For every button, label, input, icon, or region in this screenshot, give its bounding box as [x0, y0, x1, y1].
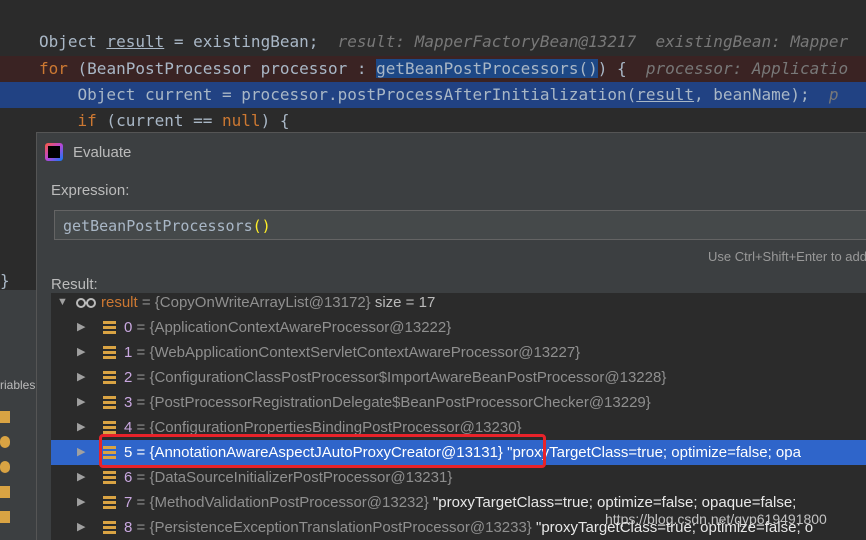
item-extra: "proxyTargetClass=true; optimize=false; …	[502, 444, 801, 461]
item-value: = {ApplicationContextAwareProcessor@1322…	[132, 319, 452, 336]
field-icon	[0, 486, 10, 498]
item-value: = {DataSourceInitializerPostProcessor@13…	[132, 469, 453, 486]
field-icon	[103, 396, 116, 409]
watermark: https://blog.csdn.net/qyp619491800	[605, 511, 827, 527]
item-value: = {PersistenceExceptionTranslationPostPr…	[132, 519, 532, 536]
item-value: = {AnnotationAwareAspectJAutoProxyCreato…	[132, 444, 503, 461]
tree-item-row[interactable]: ▶ 2 = {ConfigurationClassPostProcessor$Im…	[51, 365, 866, 390]
item-value: = {ConfigurationClassPostProcessor$Impor…	[132, 369, 667, 386]
tree-item-row[interactable]: ▶ 5 = {AnnotationAwareAspectJAutoProxyCre…	[51, 440, 866, 465]
tree-item-row[interactable]: ▶ 6 = {DataSourceInitializerPostProcessor…	[51, 465, 866, 490]
code-line-1[interactable]: Object result = existingBean; result: Ma…	[0, 29, 866, 55]
field-icon	[103, 346, 116, 359]
field-icon	[103, 421, 116, 434]
intellij-logo-icon	[45, 143, 63, 161]
shortcut-hint: Use Ctrl+Shift+Enter to add	[708, 249, 866, 264]
item-extra: "proxyTargetClass=true; optimize=false; …	[428, 494, 797, 511]
expand-arrow-icon[interactable]: ▶	[77, 315, 89, 340]
code-line-4[interactable]: if (current == null) {	[0, 108, 866, 134]
item-value: = {ConfigurationPropertiesBindingPostPro…	[132, 419, 522, 436]
field-icon	[0, 411, 10, 423]
field-icon	[103, 471, 116, 484]
item-value: = {MethodValidationPostProcessor@13232}	[132, 494, 429, 511]
expand-arrow-icon[interactable]: ▶	[77, 415, 89, 440]
expand-arrow-icon[interactable]: ▶	[77, 340, 89, 365]
code-line-3[interactable]: Object current = processor.postProcessAf…	[0, 82, 866, 108]
closing-brace: }	[0, 271, 10, 290]
watch-glasses-icon	[76, 298, 96, 308]
result-value: = {CopyOnWriteArrayList@13172}	[137, 294, 371, 311]
field-icon	[103, 521, 116, 534]
expand-arrow-icon[interactable]: ▶	[77, 490, 89, 515]
code-line-2[interactable]: for (BeanPostProcessor processor : getBe…	[0, 56, 866, 82]
variables-tab-label[interactable]: riables	[0, 378, 35, 392]
object-icon	[0, 436, 10, 448]
field-icon	[103, 371, 116, 384]
field-icon	[103, 321, 116, 334]
expand-arrow-icon[interactable]: ▶	[77, 515, 89, 540]
expression-input[interactable]: getBeanPostProcessors()	[54, 210, 866, 240]
expression-label: Expression:	[51, 182, 130, 199]
field-icon	[103, 496, 116, 509]
item-value: = {WebApplicationContextServletContextAw…	[132, 344, 581, 361]
field-icon	[0, 511, 10, 523]
result-name: result	[101, 294, 138, 311]
expand-arrow-icon[interactable]: ▶	[77, 390, 89, 415]
evaluate-dialog[interactable]: Evaluate Expression: getBeanPostProcesso…	[36, 132, 866, 540]
expand-arrow-icon[interactable]: ▶	[77, 440, 89, 465]
dialog-title: Evaluate	[73, 144, 132, 161]
result-tree[interactable]: ▼ result = {CopyOnWriteArrayList@13172} …	[51, 293, 866, 540]
dialog-title-bar[interactable]: Evaluate	[37, 133, 866, 171]
tree-item-row[interactable]: ▶ 1 = {WebApplicationContextServletContex…	[51, 340, 866, 365]
tree-root-row[interactable]: ▼ result = {CopyOnWriteArrayList@13172} …	[51, 290, 866, 315]
tree-item-row[interactable]: ▶ 0 = {ApplicationContextAwareProcessor@1…	[51, 315, 866, 340]
tree-item-row[interactable]: ▶ 3 = {PostProcessorRegistrationDelegate$…	[51, 390, 866, 415]
tree-item-row[interactable]: ▶ 4 = {ConfigurationPropertiesBindingPost…	[51, 415, 866, 440]
field-icon	[103, 446, 116, 459]
collapse-arrow-icon[interactable]: ▼	[57, 290, 69, 315]
item-value: = {PostProcessorRegistrationDelegate$Bea…	[132, 394, 651, 411]
expand-arrow-icon[interactable]: ▶	[77, 365, 89, 390]
code-editor[interactable]: Object result = existingBean; result: Ma…	[0, 0, 866, 140]
result-size: size = 17	[370, 294, 436, 311]
expand-arrow-icon[interactable]: ▶	[77, 465, 89, 490]
object-icon	[0, 461, 10, 473]
